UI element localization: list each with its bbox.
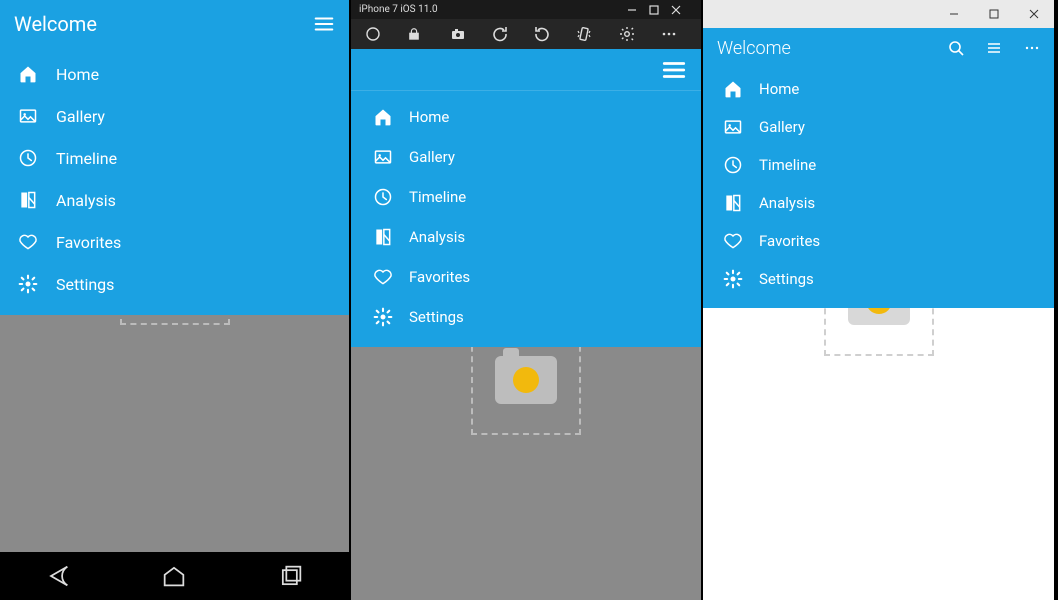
android-system-nav bbox=[0, 552, 349, 600]
minimize-button[interactable] bbox=[627, 5, 649, 15]
minimize-button[interactable] bbox=[934, 0, 974, 28]
simulator-toolbar bbox=[351, 19, 701, 49]
menu-item-analysis[interactable]: Analysis bbox=[351, 217, 701, 257]
ios-body: Home Gallery Timeline Analysis Favorites Sett… bbox=[351, 49, 701, 600]
timeline-icon bbox=[721, 153, 745, 177]
settings-icon bbox=[721, 267, 745, 291]
menu-item-favorites[interactable]: Favorites bbox=[351, 257, 701, 297]
ios-panel: iPhone 7 iOS 11.0 bbox=[351, 0, 703, 600]
menu-item-label: Favorites bbox=[759, 232, 820, 250]
menu-item-label: Gallery bbox=[409, 148, 455, 166]
menu-item-label: Favorites bbox=[409, 268, 470, 286]
menu-item-label: Settings bbox=[409, 308, 464, 326]
timeline-icon bbox=[371, 185, 395, 209]
command-bar-actions bbox=[948, 40, 1040, 56]
favorites-icon bbox=[371, 265, 395, 289]
more-icon[interactable] bbox=[1024, 40, 1040, 56]
menu-item-favorites[interactable]: Favorites bbox=[703, 222, 1054, 260]
favorites-icon bbox=[721, 229, 745, 253]
camera-icon bbox=[495, 356, 557, 404]
analysis-icon bbox=[721, 191, 745, 215]
home-button[interactable] bbox=[160, 562, 188, 590]
home-icon bbox=[371, 105, 395, 129]
home-indicator-icon[interactable] bbox=[365, 26, 391, 42]
hamburger-icon[interactable] bbox=[986, 40, 1002, 56]
rotate-left-icon[interactable] bbox=[492, 26, 518, 42]
menu-item-favorites[interactable]: Favorites bbox=[0, 221, 349, 263]
gear-icon[interactable] bbox=[619, 26, 645, 42]
menu-item-gallery[interactable]: Gallery bbox=[351, 137, 701, 177]
analysis-icon bbox=[371, 225, 395, 249]
menu-item-settings[interactable]: Settings bbox=[703, 260, 1054, 298]
menu-item-label: Favorites bbox=[56, 233, 121, 252]
menu-item-analysis[interactable]: Analysis bbox=[703, 184, 1054, 222]
more-icon[interactable] bbox=[661, 26, 687, 42]
screenshot-icon[interactable] bbox=[450, 26, 476, 42]
rotate-right-icon[interactable] bbox=[534, 26, 560, 42]
menu-item-home[interactable]: Home bbox=[703, 70, 1054, 108]
timeline-icon bbox=[16, 146, 40, 170]
windows-titlebar bbox=[703, 0, 1054, 28]
menu-item-label: Settings bbox=[759, 270, 814, 288]
settings-icon bbox=[371, 305, 395, 329]
menu-item-settings[interactable]: Settings bbox=[351, 297, 701, 337]
favorites-icon bbox=[16, 230, 40, 254]
android-app-bar: Welcome bbox=[0, 0, 349, 47]
menu-item-label: Analysis bbox=[409, 228, 465, 246]
menu-item-label: Timeline bbox=[56, 149, 117, 168]
page-title: Welcome bbox=[717, 38, 791, 59]
windows-nav-menu: Home Gallery Timeline Analysis Favorites Sett… bbox=[703, 68, 1054, 308]
menu-item-settings[interactable]: Settings bbox=[0, 263, 349, 305]
menu-item-home[interactable]: Home bbox=[351, 97, 701, 137]
gallery-icon bbox=[721, 115, 745, 139]
windows-panel: Welcome Home Gallery Timeline Analysis Favor… bbox=[703, 0, 1056, 600]
menu-item-timeline[interactable]: Timeline bbox=[351, 177, 701, 217]
menu-item-label: Timeline bbox=[409, 188, 466, 206]
recents-button[interactable] bbox=[277, 562, 305, 590]
analysis-icon bbox=[16, 188, 40, 212]
shake-icon[interactable] bbox=[576, 26, 602, 42]
windows-command-bar: Welcome bbox=[703, 28, 1054, 68]
back-button[interactable] bbox=[44, 562, 72, 590]
search-icon[interactable] bbox=[948, 40, 964, 56]
gallery-icon bbox=[16, 104, 40, 128]
hamburger-icon[interactable] bbox=[313, 13, 335, 35]
maximize-button[interactable] bbox=[649, 5, 671, 15]
menu-item-label: Analysis bbox=[56, 191, 116, 210]
home-icon bbox=[721, 77, 745, 101]
menu-item-analysis[interactable]: Analysis bbox=[0, 179, 349, 221]
menu-item-label: Home bbox=[409, 108, 449, 126]
ios-nav-bar bbox=[351, 49, 701, 91]
close-button[interactable] bbox=[1014, 0, 1054, 28]
windows-body: Welcome Home Gallery Timeline Analysis Favor… bbox=[703, 28, 1054, 600]
menu-item-label: Settings bbox=[56, 275, 114, 294]
home-icon bbox=[16, 62, 40, 86]
simulator-titlebar: iPhone 7 iOS 11.0 bbox=[351, 0, 701, 19]
menu-item-gallery[interactable]: Gallery bbox=[0, 95, 349, 137]
menu-item-gallery[interactable]: Gallery bbox=[703, 108, 1054, 146]
settings-icon bbox=[16, 272, 40, 296]
menu-item-label: Analysis bbox=[759, 194, 815, 212]
menu-item-timeline[interactable]: Timeline bbox=[703, 146, 1054, 184]
menu-item-label: Home bbox=[759, 80, 799, 98]
simulator-device-label: iPhone 7 iOS 11.0 bbox=[359, 4, 627, 15]
menu-item-timeline[interactable]: Timeline bbox=[0, 137, 349, 179]
lock-icon[interactable] bbox=[407, 27, 433, 41]
menu-item-label: Timeline bbox=[759, 156, 816, 174]
page-title: Welcome bbox=[14, 12, 97, 36]
hamburger-icon[interactable] bbox=[661, 57, 687, 83]
ios-nav-drawer: Home Gallery Timeline Analysis Favorites Sett… bbox=[351, 91, 701, 347]
android-panel: Welcome Home Gallery Timeline Analysis Favor… bbox=[0, 0, 351, 600]
gallery-icon bbox=[371, 145, 395, 169]
menu-item-label: Gallery bbox=[759, 118, 805, 136]
android-nav-drawer: Home Gallery Timeline Analysis Favorites Sett… bbox=[0, 47, 349, 315]
maximize-button[interactable] bbox=[974, 0, 1014, 28]
menu-item-label: Gallery bbox=[56, 107, 105, 126]
menu-item-home[interactable]: Home bbox=[0, 53, 349, 95]
menu-item-label: Home bbox=[56, 65, 99, 84]
close-button[interactable] bbox=[671, 5, 693, 15]
